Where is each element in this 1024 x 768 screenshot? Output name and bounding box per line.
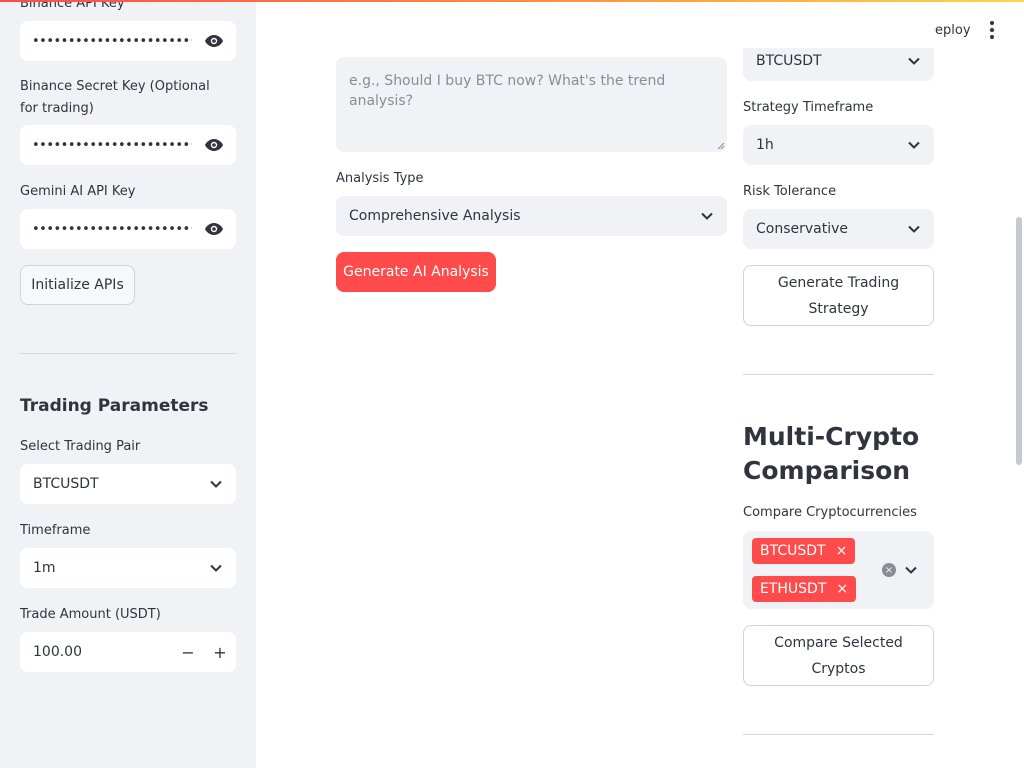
generate-ai-analysis-button[interactable]: Generate AI Analysis [336, 252, 496, 292]
strategy-timeframe-select[interactable]: 1h [743, 125, 934, 165]
tag-label: ETHUSDT [760, 581, 827, 597]
generate-trading-strategy-button[interactable]: Generate Trading Strategy [743, 265, 934, 326]
timeframe-value: 1m [33, 560, 56, 576]
selected-tag-btcusdt: BTCUSDT × [752, 538, 856, 564]
strategy-timeframe-value: 1h [756, 137, 774, 153]
trading-pair-label: Select Trading Pair [20, 439, 141, 454]
section-divider [743, 374, 934, 375]
trading-pair-value: BTCUSDT [33, 476, 99, 492]
trading-parameters-title: Trading Parameters [20, 396, 209, 416]
trading-pair-select[interactable]: BTCUSDT [20, 464, 236, 504]
compare-selected-cryptos-button[interactable]: Compare Selected Cryptos [743, 625, 934, 686]
decrement-button[interactable]: − [172, 632, 204, 672]
question-textarea[interactable]: e.g., Should I buy BTC now? What's the t… [336, 57, 727, 152]
scroll-mask [743, 0, 934, 48]
timeframe-label: Timeframe [20, 523, 91, 538]
binance-secret-key-label: Binance Secret Key (Optional for trading… [20, 79, 210, 116]
timeframe-select[interactable]: 1m [20, 548, 236, 588]
chevron-down-icon [894, 141, 934, 149]
gemini-api-key-label: Gemini AI API Key [20, 184, 136, 199]
analysis-type-select[interactable]: Comprehensive Analysis [336, 196, 727, 236]
chevron-down-icon [894, 57, 934, 65]
binance-api-key-label: Binance API Key [20, 0, 125, 11]
trade-amount-value[interactable]: 100.00 [33, 644, 172, 660]
gemini-api-key-value[interactable]: •••••••••••••••••••••••••••••••• [32, 222, 192, 237]
clear-all-icon[interactable]: × [882, 563, 896, 577]
chevron-down-icon [894, 225, 934, 233]
risk-tolerance-label: Risk Tolerance [743, 184, 837, 199]
strategy-timeframe-label: Strategy Timeframe [743, 100, 874, 115]
initialize-apis-button[interactable]: Initialize APIs [20, 265, 135, 305]
scrollbar-thumb[interactable] [1016, 217, 1022, 465]
show-password-icon[interactable] [192, 125, 236, 165]
kebab-menu-icon[interactable] [983, 18, 1001, 42]
top-decoration-bar [0, 0, 1024, 2]
chevron-down-icon[interactable] [905, 561, 917, 579]
remove-tag-icon[interactable]: × [836, 581, 848, 597]
section-divider [743, 734, 934, 735]
sidebar: Binance API Key ••••••••••••••••••••••••… [0, 0, 256, 768]
trade-amount-label: Trade Amount (USDT) [20, 607, 161, 622]
analysis-type-label: Analysis Type [336, 171, 424, 186]
remove-tag-icon[interactable]: × [836, 543, 848, 559]
chevron-down-icon [687, 212, 727, 220]
chevron-down-icon [196, 480, 236, 488]
compare-cryptos-label: Compare Cryptocurrencies [743, 505, 917, 520]
strategy-pair-value: BTCUSDT [756, 53, 822, 69]
question-placeholder: e.g., Should I buy BTC now? What's the t… [349, 73, 666, 109]
binance-secret-key-value[interactable]: •••••••••••••••••••••••••••••••• [32, 138, 192, 153]
binance-api-key-field[interactable]: •••••••••••••••••••••••••••••••• [20, 21, 236, 61]
sidebar-divider [20, 353, 236, 354]
risk-tolerance-value: Conservative [756, 221, 849, 237]
selected-tag-ethusdt: ETHUSDT × [752, 576, 857, 602]
gemini-api-key-field[interactable]: •••••••••••••••••••••••••••••••• [20, 209, 236, 249]
binance-secret-key-field[interactable]: •••••••••••••••••••••••••••••••• [20, 125, 236, 165]
compare-cryptos-multiselect[interactable]: BTCUSDT × ETHUSDT × × [743, 531, 934, 609]
trade-amount-stepper[interactable]: 100.00 − + [20, 632, 236, 672]
binance-api-key-value[interactable]: •••••••••••••••••••••••••••••••• [32, 34, 192, 49]
show-password-icon[interactable] [192, 21, 236, 61]
show-password-icon[interactable] [192, 209, 236, 249]
chevron-down-icon [196, 564, 236, 572]
risk-tolerance-select[interactable]: Conservative [743, 209, 934, 249]
multi-crypto-comparison-title: Multi-Crypto Comparison [743, 422, 920, 485]
analysis-type-value: Comprehensive Analysis [349, 208, 521, 224]
increment-button[interactable]: + [204, 632, 236, 672]
tag-label: BTCUSDT [760, 543, 826, 559]
resize-grip-icon[interactable] [717, 142, 725, 150]
